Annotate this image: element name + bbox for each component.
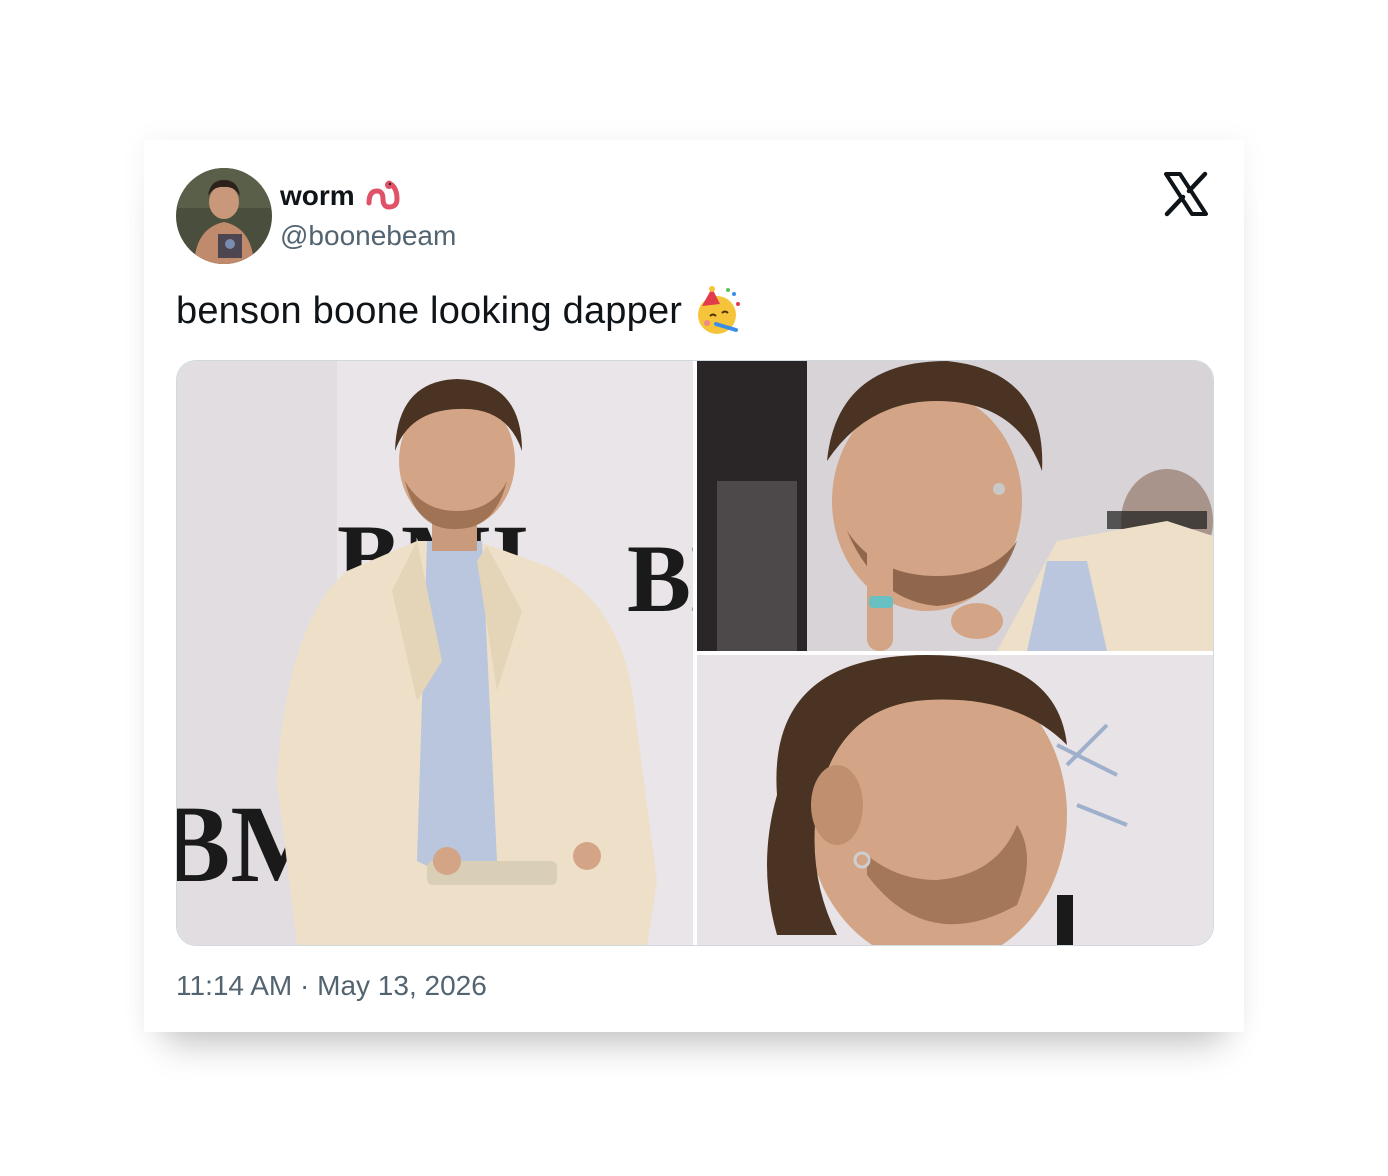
- backdrop-logo-text-right: BMI: [627, 525, 693, 632]
- tweet-text: benson boone looking dapper: [176, 289, 683, 332]
- worm-emoji-icon: [365, 179, 401, 213]
- x-logo-icon[interactable]: [1162, 170, 1210, 218]
- user-handle[interactable]: @boonebeam: [280, 220, 456, 252]
- photo-finger-to-lip-closeup: [697, 361, 1213, 651]
- display-name[interactable]: worm: [280, 180, 355, 212]
- display-name-row: worm: [280, 176, 401, 216]
- avatar-photo: [176, 168, 272, 264]
- media-grid: BMI BMI BMI: [176, 360, 1214, 946]
- tweet-card: worm @boonebeam benson boone looking dap…: [144, 140, 1244, 1032]
- avatar[interactable]: [176, 168, 272, 264]
- photo-full-body[interactable]: BMI BMI BMI: [177, 361, 693, 945]
- photo-full-body-red-carpet: BMI BMI BMI: [177, 361, 693, 945]
- tweet-date: May 13, 2026: [317, 970, 487, 1001]
- photo-smiling-side-profile: [697, 655, 1213, 945]
- tweet-time: 11:14 AM: [176, 970, 293, 1001]
- tweet-timestamp[interactable]: 11:14 AM · May 13, 2026: [176, 970, 487, 1002]
- photo-closeup-finger[interactable]: [697, 361, 1213, 651]
- timestamp-separator: ·: [300, 970, 310, 1001]
- partying-face-emoji-icon: [692, 286, 742, 336]
- photo-smiling-profile[interactable]: [697, 655, 1213, 945]
- tweet-body: benson boone looking dapper: [176, 286, 742, 336]
